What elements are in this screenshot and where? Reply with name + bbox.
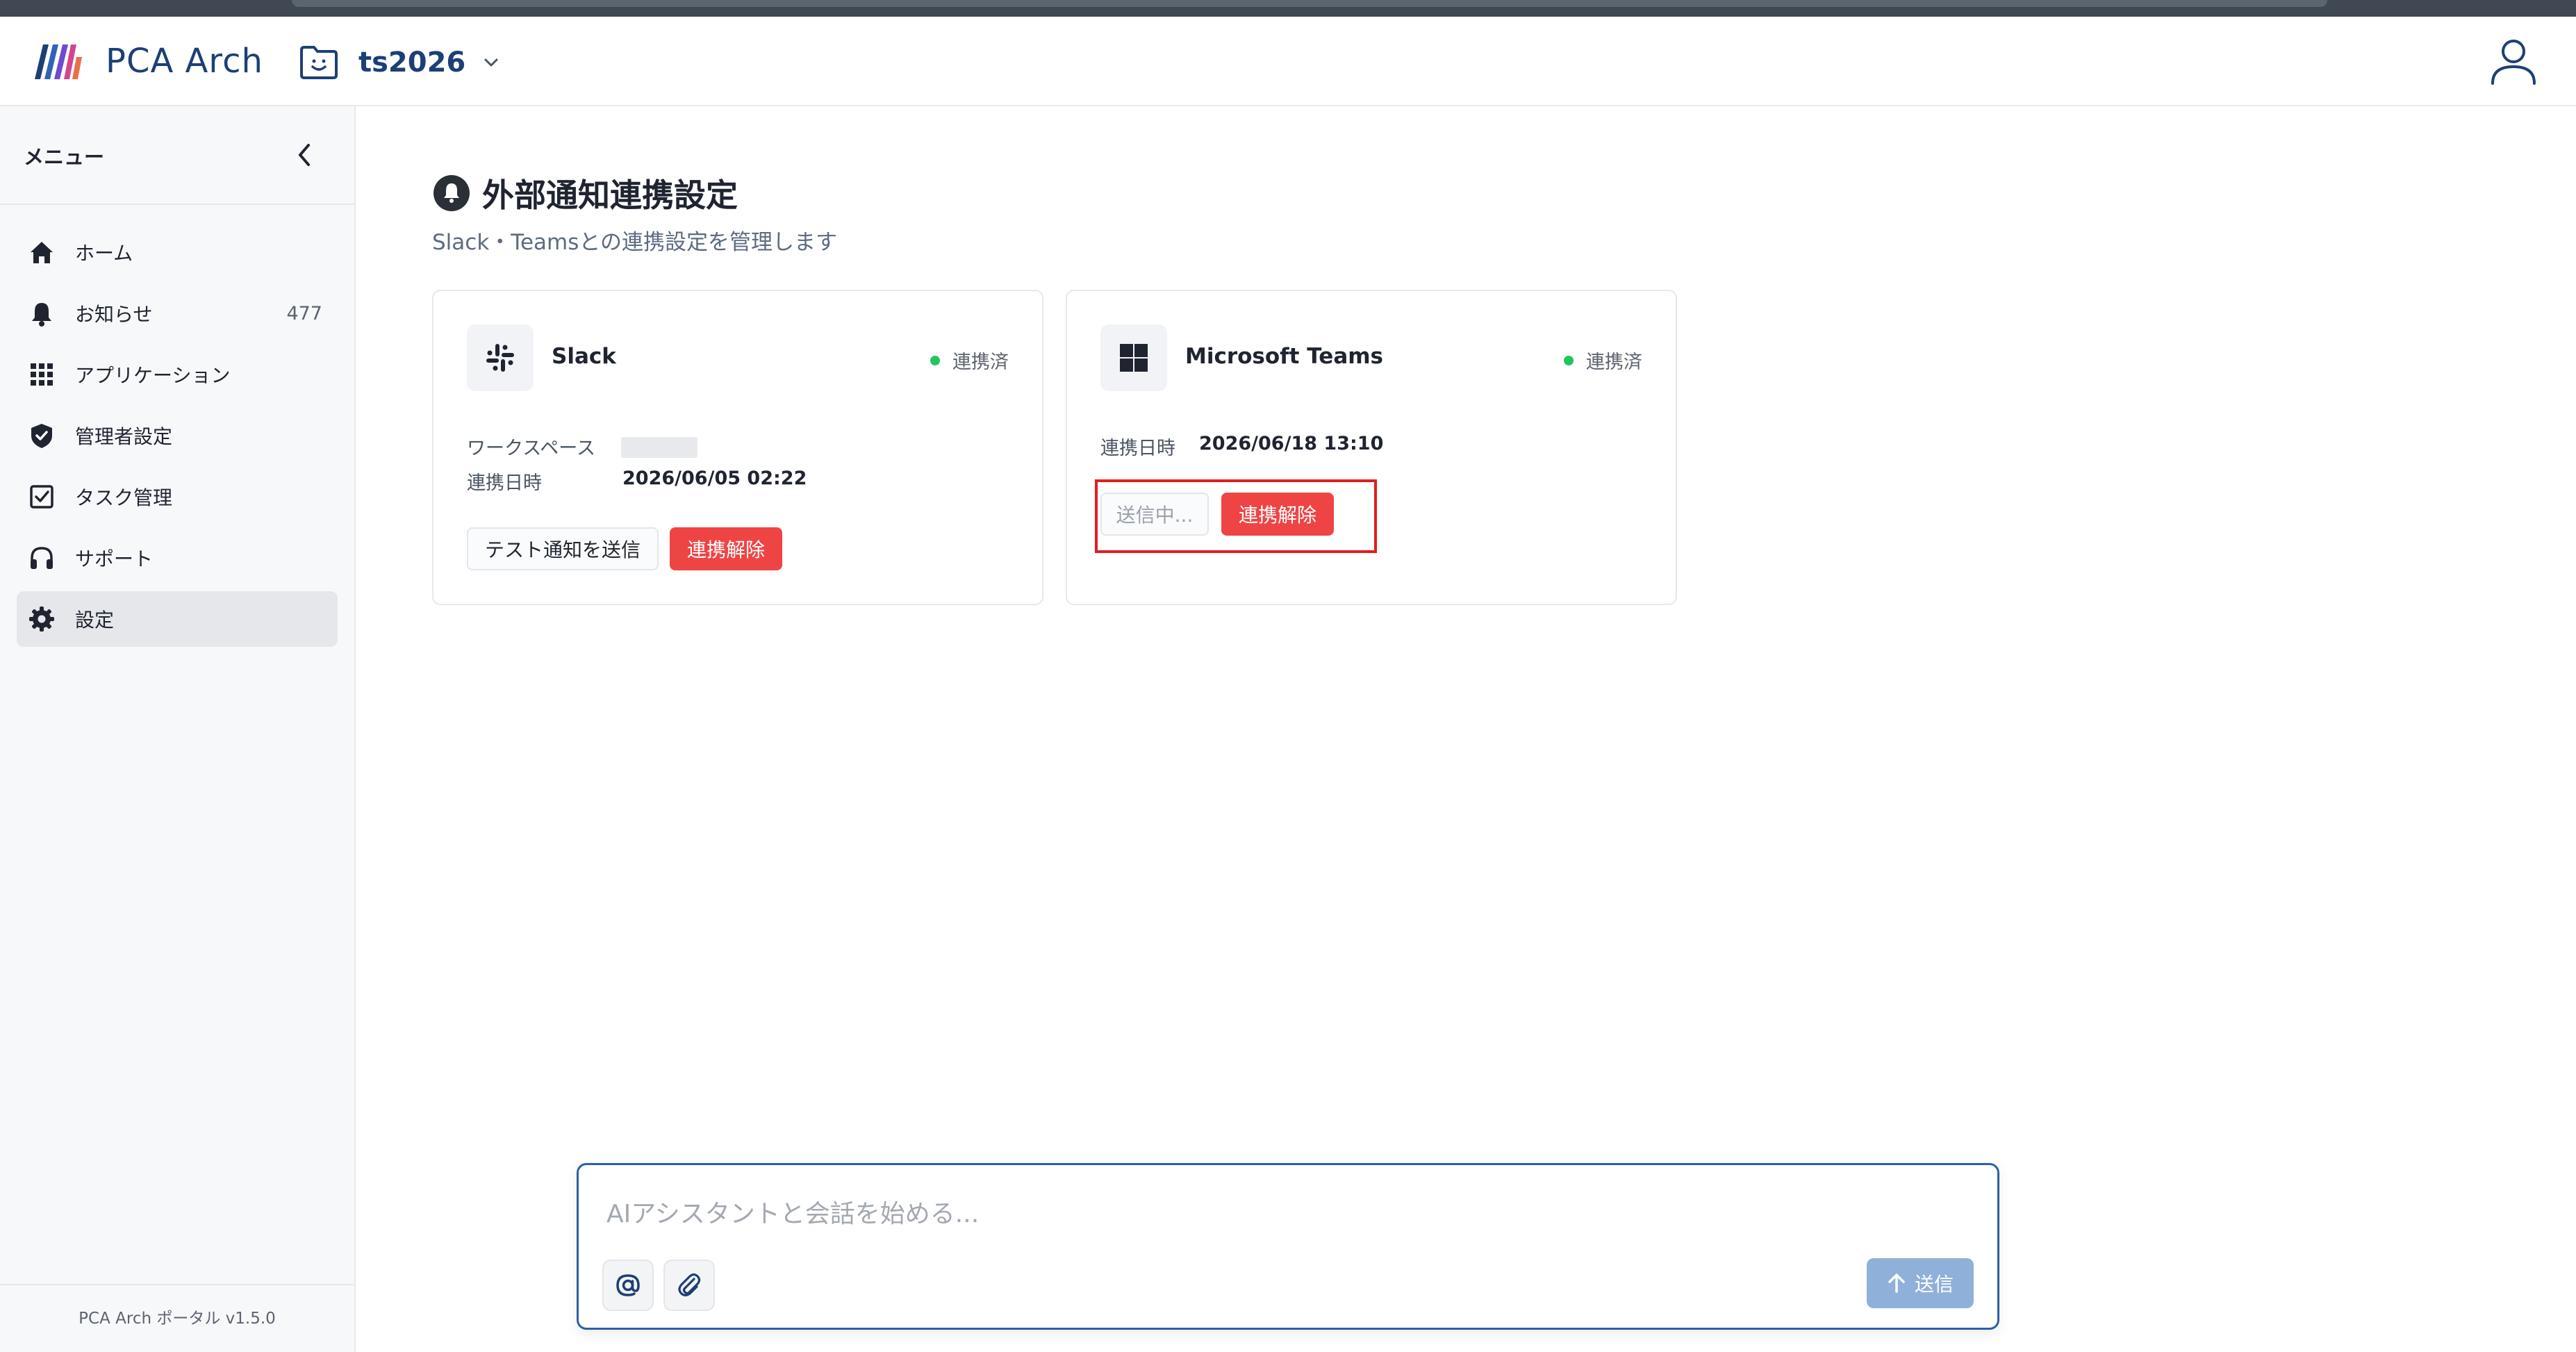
chevron-down-icon <box>484 58 498 67</box>
sidebar-item-label: サポート <box>75 547 154 570</box>
app-header: PCA Arch ts2026 <box>0 17 2576 106</box>
at-sign-icon <box>616 1274 640 1296</box>
connected-dot-icon <box>1564 355 1574 365</box>
connected-dot-icon <box>930 355 940 365</box>
sidebar-item-home[interactable]: ホーム <box>17 224 338 280</box>
main-content: 外部通知連携設定 Slack・Teamsとの連携設定を管理します Slack 連… <box>357 106 2576 1352</box>
sidebar-item-label: お知らせ <box>75 303 153 326</box>
windows-icon <box>1120 344 1148 372</box>
teams-logo <box>1100 324 1167 391</box>
folder-icon <box>300 46 338 79</box>
pca-arch-logo-icon <box>35 44 82 79</box>
page-header: 外部通知連携設定 <box>432 170 738 216</box>
bell-icon <box>32 303 51 327</box>
slack-linked-label: 連携日時 <box>467 472 542 494</box>
slack-integration-card: Slack 連携済 ワークスペース 連携日時 2026/06/05 02:22 … <box>432 290 1043 605</box>
sidebar-item-label: ホーム <box>75 242 133 265</box>
page-subtitle: Slack・Teamsとの連携設定を管理します <box>432 230 838 255</box>
notification-count-badge: 477 <box>286 302 322 324</box>
slack-icon <box>486 344 514 372</box>
slack-workspace-redacted <box>621 437 697 458</box>
gear-icon <box>29 607 54 632</box>
highlight-annotation-box <box>1095 479 1377 553</box>
send-button-label: 送信 <box>1914 1273 1954 1296</box>
slack-logo <box>467 324 534 391</box>
sidebar-item-admin-settings[interactable]: 管理者設定 <box>17 408 338 463</box>
send-button[interactable]: 送信 <box>1867 1258 1974 1308</box>
project-name: ts2026 <box>358 47 466 79</box>
teams-card-title: Microsoft Teams <box>1185 344 1384 369</box>
chevron-left-icon <box>299 144 310 166</box>
slack-workspace-label: ワークスペース <box>467 438 595 459</box>
sidebar-item-support[interactable]: サポート <box>17 530 338 586</box>
sidebar-title: メニュー <box>24 145 105 169</box>
slack-test-notification-button[interactable]: テスト通知を送信 <box>467 527 659 570</box>
sidebar-item-settings[interactable]: 設定 <box>17 591 338 647</box>
sidebar-item-label: 設定 <box>75 609 115 632</box>
arrow-up-icon <box>1888 1273 1905 1293</box>
sidebar-item-label: アプリケーション <box>75 364 231 387</box>
mention-button[interactable] <box>602 1260 654 1311</box>
slack-linked-value: 2026/06/05 02:22 <box>622 468 807 489</box>
project-switcher[interactable]: ts2026 <box>299 42 499 83</box>
headphones-icon <box>31 547 53 569</box>
sidebar-collapse-button[interactable] <box>292 140 317 173</box>
checkbox-icon <box>30 485 53 509</box>
teams-linked-value: 2026/06/18 13:10 <box>1199 433 1384 454</box>
slack-card-title: Slack <box>552 344 616 369</box>
sidebar-item-label: 管理者設定 <box>75 425 173 448</box>
sidebar-item-notifications[interactable]: お知らせ 477 <box>17 286 338 341</box>
browser-top-strip <box>0 0 2576 17</box>
home-icon <box>31 242 53 263</box>
sidebar-nav: ホーム お知らせ 477 アプリケーション 管理者設定 タスク管理 サポート 設… <box>17 224 338 652</box>
app-logo[interactable]: PCA Arch <box>32 40 263 82</box>
grid-icon <box>31 363 53 386</box>
sidebar-item-label: タスク管理 <box>75 486 173 509</box>
ai-chat-input[interactable] <box>606 1193 1857 1235</box>
sidebar-item-task-management[interactable]: タスク管理 <box>17 469 338 525</box>
teams-status: 連携済 <box>1564 347 1642 374</box>
teams-integration-card: Microsoft Teams 連携済 連携日時 2026/06/18 13:1… <box>1066 290 1677 605</box>
sidebar-header: メニュー <box>0 106 354 205</box>
attach-file-button[interactable] <box>663 1260 715 1311</box>
bell-circle-icon <box>434 175 470 211</box>
user-account-button[interactable] <box>2487 35 2540 90</box>
user-icon <box>2491 40 2536 85</box>
browser-top-strip-inner <box>292 0 2327 7</box>
sidebar-item-applications[interactable]: アプリケーション <box>17 347 338 402</box>
page-title: 外部通知連携設定 <box>482 176 738 214</box>
slack-status: 連携済 <box>930 347 1009 374</box>
paperclip-icon <box>678 1273 701 1296</box>
teams-linked-label: 連携日時 <box>1100 438 1175 459</box>
teams-status-text: 連携済 <box>1586 352 1642 373</box>
ai-chat-box: 送信 <box>577 1163 1999 1330</box>
slack-disconnect-button[interactable]: 連携解除 <box>670 527 782 570</box>
sidebar-footer-version: PCA Arch ポータル v1.5.0 <box>0 1284 354 1352</box>
shield-icon <box>31 424 52 448</box>
app-name: PCA Arch <box>106 42 263 81</box>
sidebar: メニュー ホーム お知らせ 477 アプリケーション 管理者設定 タスク管理 サ… <box>0 106 356 1352</box>
slack-status-text: 連携済 <box>952 352 1009 373</box>
